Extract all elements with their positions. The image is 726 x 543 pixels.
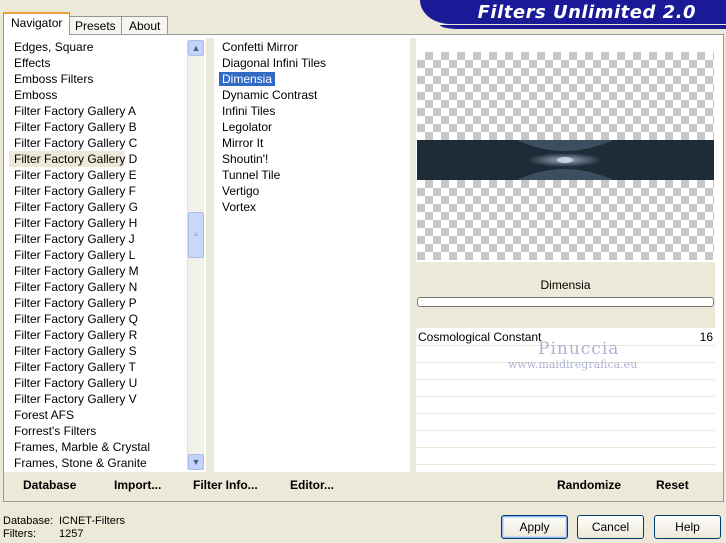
filter-item[interactable]: Infini Tiles <box>216 103 410 119</box>
category-item[interactable]: Filter Factory Gallery Q <box>9 311 187 327</box>
filter-info-button[interactable]: Filter Info... <box>193 478 258 492</box>
category-item[interactable]: Filter Factory Gallery G <box>9 199 187 215</box>
progress-bar <box>417 297 714 307</box>
editor-button[interactable]: Editor... <box>290 478 334 492</box>
category-item[interactable]: Filter Factory Gallery J <box>9 231 187 247</box>
filter-item-label: Infini Tiles <box>222 104 276 118</box>
status-filters-value: 1257 <box>59 528 84 540</box>
category-item[interactable]: Effects <box>9 55 187 71</box>
category-item[interactable]: Filter Factory Gallery H <box>9 215 187 231</box>
parameter-value[interactable]: 16 <box>700 329 713 345</box>
reset-button[interactable]: Reset <box>656 478 689 492</box>
tab-presets[interactable]: Presets <box>67 16 124 34</box>
filter-item-label: Legolator <box>222 120 273 134</box>
parameter-row <box>416 380 715 397</box>
scroll-down-button[interactable]: ▼ <box>188 454 204 470</box>
panel-divider <box>206 38 214 472</box>
filter-item[interactable]: Tunnel Tile <box>216 167 410 183</box>
category-item[interactable]: Emboss <box>9 87 187 103</box>
tab-about[interactable]: About <box>121 16 169 34</box>
category-item[interactable]: Forrest's Filters <box>9 423 187 439</box>
status-filters-label: Filters: <box>3 528 36 540</box>
category-item[interactable]: Frames, Stone & Granite <box>9 455 187 471</box>
cancel-button[interactable]: Cancel <box>577 515 644 539</box>
filter-item-label: Confetti Mirror <box>222 40 299 54</box>
filter-list[interactable]: Confetti Mirror Diagonal Infini Tiles Dime… <box>216 39 410 471</box>
status-database: Database: ICNET-Filters <box>3 515 125 527</box>
apply-button[interactable]: Apply <box>501 515 568 539</box>
help-button[interactable]: Help <box>654 515 721 539</box>
scroll-thumb[interactable]: ≡ <box>188 212 204 258</box>
watermark-url: www.maidiregrafica.eu <box>508 358 638 371</box>
category-item[interactable]: Filter Factory Gallery B <box>9 119 187 135</box>
filter-item-label: Dimensia <box>219 72 276 86</box>
filter-item[interactable]: Confetti Mirror <box>216 39 410 55</box>
filter-item-label: Dynamic Contrast <box>222 88 318 102</box>
category-item[interactable]: Filter Factory Gallery S <box>9 343 187 359</box>
category-item[interactable]: Filter Factory Gallery E <box>9 167 187 183</box>
preview-info-area <box>416 262 715 328</box>
filter-item-label: Diagonal Infini Tiles <box>222 56 327 70</box>
app-title: Filters Unlimited 2.0 <box>477 2 696 23</box>
category-item[interactable]: Filter Factory Gallery T <box>9 359 187 375</box>
filter-item-label: Mirror It <box>222 136 264 150</box>
category-item[interactable]: Filter Factory Gallery D <box>9 151 137 167</box>
filter-item[interactable]: Dimensia <box>216 71 410 87</box>
filter-item-label: Tunnel Tile <box>222 168 281 182</box>
parameter-row <box>416 431 715 448</box>
parameter-row <box>416 414 715 431</box>
status-filters: Filters: 1257 <box>3 528 83 540</box>
title-banner: Filters Unlimited 2.0 <box>420 0 726 24</box>
filter-item[interactable]: Vertigo <box>216 183 410 199</box>
category-item[interactable]: Edges, Square <box>9 39 187 55</box>
category-item[interactable]: Frames, Marble & Crystal <box>9 439 187 455</box>
category-item[interactable]: Filter Factory Gallery A <box>9 103 187 119</box>
category-item[interactable]: Emboss Filters <box>9 71 187 87</box>
parameter-row <box>416 397 715 414</box>
filter-item-label: Vortex <box>222 200 257 214</box>
category-scrollbar[interactable]: ▲ ≡ ▼ <box>187 40 204 470</box>
category-item[interactable]: Filter Factory Gallery P <box>9 295 187 311</box>
category-item[interactable]: Filter Factory Gallery N <box>9 279 187 295</box>
filter-item[interactable]: Shoutin'! <box>216 151 410 167</box>
status-database-value: ICNET-Filters <box>59 515 125 527</box>
watermark: Pinuccia <box>538 339 620 359</box>
category-item[interactable]: Filter Factory Gallery F <box>9 183 187 199</box>
category-item[interactable]: Filter Factory Gallery M <box>9 263 187 279</box>
filter-item[interactable]: Vortex <box>216 199 410 215</box>
status-database-label: Database: <box>3 515 54 527</box>
preview-image <box>417 140 714 180</box>
category-item[interactable]: Filter Factory Gallery V <box>9 391 187 407</box>
category-item[interactable]: Filter Factory Gallery R <box>9 327 187 343</box>
category-item[interactable]: Filter Factory Gallery C <box>9 135 187 151</box>
database-button[interactable]: Database <box>23 478 76 492</box>
parameter-label: Cosmological Constant <box>418 330 542 344</box>
parameter-row <box>416 448 715 465</box>
category-list[interactable]: Edges, Square Effects Emboss Filters Emboss… <box>9 39 187 471</box>
filter-item[interactable]: Diagonal Infini Tiles <box>216 55 410 71</box>
filter-item-label: Vertigo <box>222 184 260 198</box>
tab-navigator[interactable]: Navigator <box>3 12 71 35</box>
filter-item[interactable]: Dynamic Contrast <box>216 87 410 103</box>
randomize-button[interactable]: Randomize <box>557 478 621 492</box>
filter-item[interactable]: Legolator <box>216 119 410 135</box>
category-item[interactable]: Filter Factory Gallery U <box>9 375 187 391</box>
filter-item-label: Shoutin'! <box>222 152 269 166</box>
filter-item[interactable]: Mirror It <box>216 135 410 151</box>
preview-filter-name: Dimensia <box>540 278 591 292</box>
scroll-up-button[interactable]: ▲ <box>188 40 204 56</box>
import-button[interactable]: Import... <box>114 478 161 492</box>
category-item[interactable]: Filter Factory Gallery L <box>9 247 187 263</box>
category-item[interactable]: Forest AFS <box>9 407 187 423</box>
preview-canvas <box>417 52 714 260</box>
banner-stripe <box>440 25 726 29</box>
